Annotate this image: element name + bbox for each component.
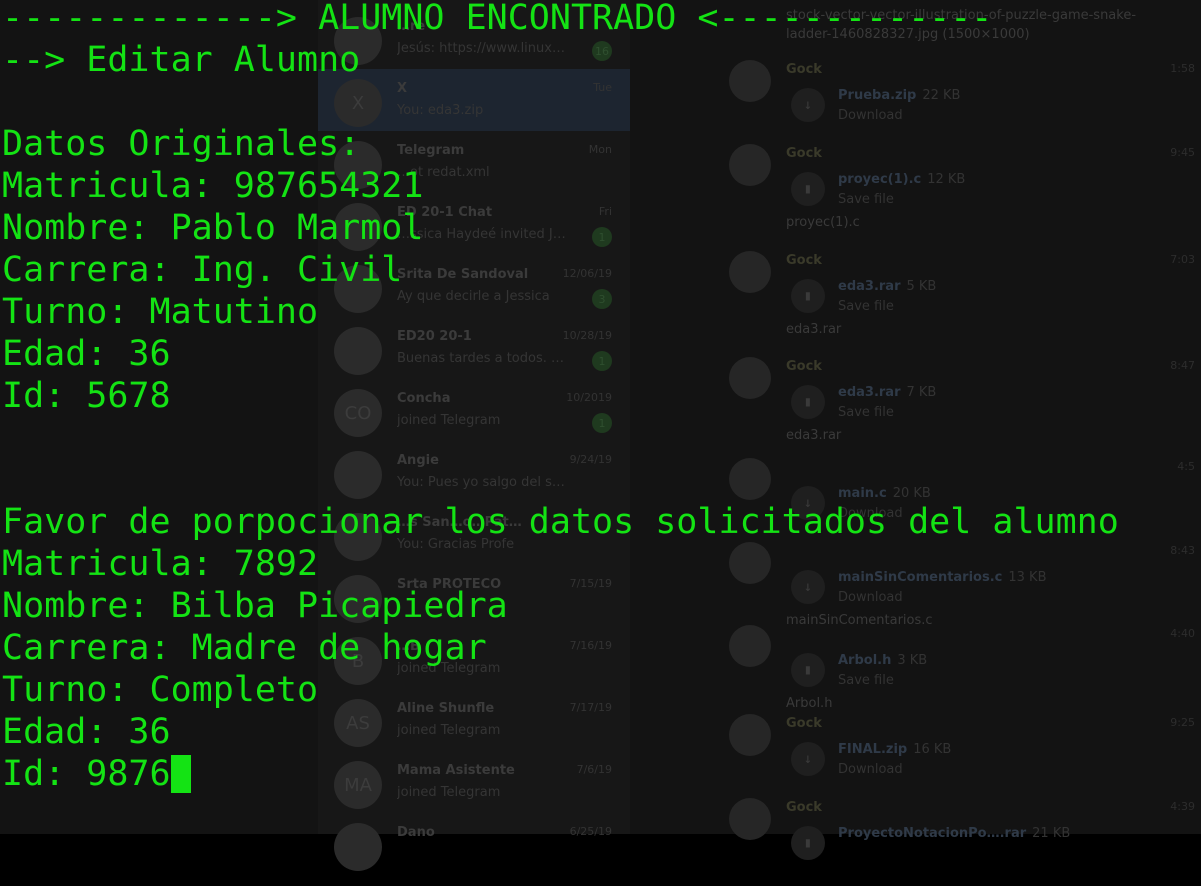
terminal-line: Nombre: Pablo Marmol <box>2 208 424 248</box>
terminal-line: Turno: Completo <box>2 670 319 710</box>
terminal-line: Id: 5678 <box>2 376 171 416</box>
terminal-line: Favor de porpocionar los datos solicitad… <box>2 502 1119 542</box>
terminal-line: Nombre: Bilba Picapiedra <box>2 586 508 626</box>
terminal-line: Matricula: 7892 <box>2 544 319 584</box>
terminal-line: -------------> ALUMNO ENCONTRADO <------… <box>2 0 993 38</box>
terminal-line: Edad: 36 <box>2 334 171 374</box>
terminal-line: Edad: 36 <box>2 712 171 752</box>
terminal-line: Turno: Matutino <box>2 292 319 332</box>
terminal-line: Matricula: 987654321 <box>2 166 424 206</box>
terminal-line: Carrera: Ing. Civil <box>2 250 403 290</box>
terminal-output: -------------> ALUMNO ENCONTRADO <------… <box>0 0 1201 834</box>
terminal-line: Datos Originales: <box>2 124 361 164</box>
terminal-line: --> Editar Alumno <box>2 40 361 80</box>
terminal-line: Id: 9876 <box>2 753 191 795</box>
terminal-cursor <box>170 755 191 793</box>
terminal-line: Carrera: Madre de hogar <box>2 628 487 668</box>
